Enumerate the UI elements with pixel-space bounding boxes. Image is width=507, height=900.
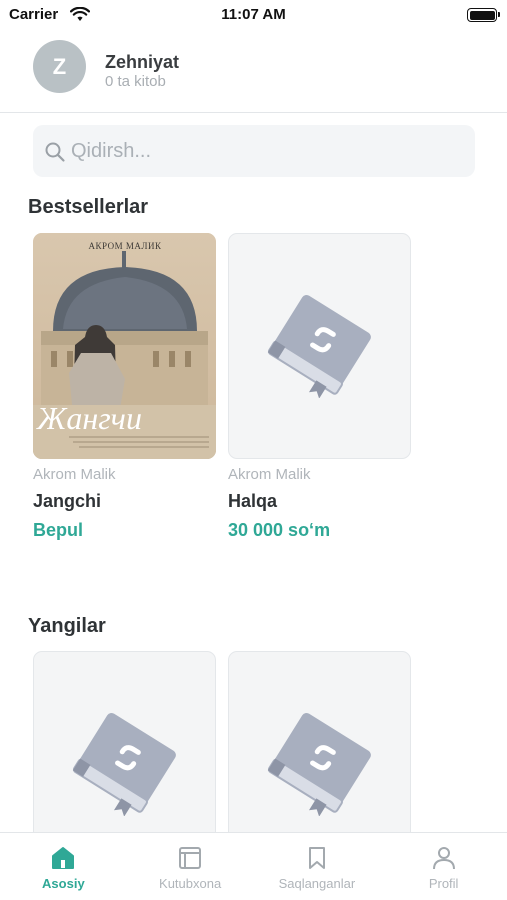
- home-icon: [52, 847, 75, 869]
- nav-item-library[interactable]: Kutubxona: [127, 833, 254, 900]
- nav-label-home: Asosiy: [42, 876, 85, 891]
- cover-author-text: АКРОМ МАЛИК: [89, 241, 162, 251]
- book-title: Jangchi: [33, 491, 102, 511]
- book-placeholder-icon: [72, 712, 176, 816]
- search-icon: [45, 142, 65, 162]
- bottom-nav: Asosiy Kutubxona Saqlanganlar Profil: [0, 832, 507, 900]
- book-author: Akrom Malik: [33, 466, 116, 483]
- book-card[interactable]: Akrom Malik Halqa 30 000 so‘m: [228, 233, 411, 544]
- nav-item-home[interactable]: Asosiy: [0, 833, 127, 900]
- cover-title-text: Жангчи: [36, 400, 142, 436]
- avatar[interactable]: Z: [33, 40, 86, 93]
- book-count: 0 ta kitob: [105, 73, 166, 90]
- user-name: Zehniyat: [105, 52, 180, 72]
- book-cover-placeholder[interactable]: [228, 233, 411, 459]
- book-cover-art: Жангчи АКРОМ МАЛИК: [33, 233, 216, 459]
- clock: 11:07 AM: [221, 6, 286, 23]
- book-card[interactable]: Жангчи АКРОМ МАЛИК Akrom Malik Jangchi B…: [33, 233, 216, 544]
- book-placeholder-icon: [267, 712, 371, 816]
- nav-item-profile[interactable]: Profil: [380, 833, 507, 900]
- battery-icon: [467, 8, 500, 22]
- search-input[interactable]: [71, 125, 461, 177]
- profile-icon: [432, 847, 455, 870]
- nav-item-saved[interactable]: Saqlanganlar: [254, 833, 381, 900]
- book-author: Akrom Malik: [228, 466, 311, 483]
- book-placeholder-icon: [267, 294, 371, 398]
- section-title-new: Yangilar: [28, 615, 106, 637]
- status-bar: Carrier 11:07 AM: [0, 0, 507, 30]
- profile-header: Z Zehniyat 0 ta kitob: [0, 30, 507, 113]
- book-title: Halqa: [228, 491, 278, 511]
- search-bar[interactable]: [33, 125, 475, 177]
- section-title-bestsellers: Bestsellerlar: [28, 196, 149, 218]
- book-price: Bepul: [33, 520, 84, 540]
- book-cover-image[interactable]: Жангчи АКРОМ МАЛИК: [33, 233, 216, 459]
- nav-label-profile: Profil: [428, 876, 459, 891]
- book-price: 30 000 so‘m: [228, 520, 331, 540]
- nav-label-library: Kutubxona: [159, 876, 222, 891]
- bookmark-icon: [308, 847, 325, 869]
- library-icon: [179, 847, 202, 869]
- nav-label-saved: Saqlanganlar: [278, 876, 356, 891]
